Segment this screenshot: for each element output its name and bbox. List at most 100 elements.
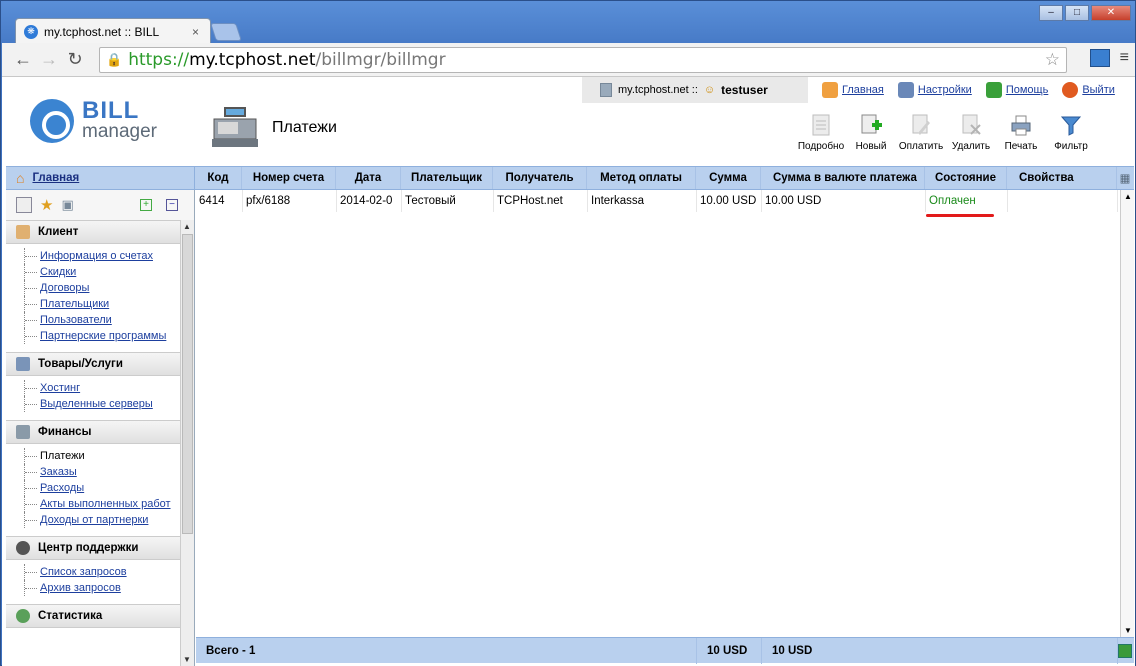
sidebar-item-archive[interactable]: Архив запросов xyxy=(24,580,180,596)
filter-icon xyxy=(1060,116,1082,136)
excel-export-icon[interactable] xyxy=(1118,643,1132,658)
footer-sum-currency: 10 USD xyxy=(762,637,1118,664)
col-code[interactable]: Код xyxy=(195,167,242,189)
sidebar-group-finance: Финансы Платежи Заказы Расходы Акты выпо… xyxy=(6,420,180,536)
col-properties[interactable]: Свойства xyxy=(1007,167,1117,189)
table-scrollbar[interactable]: ▲ ▼ xyxy=(1120,190,1134,637)
action-new[interactable]: Новый xyxy=(846,113,896,152)
home-link[interactable]: Главная xyxy=(32,172,79,184)
top-link-home[interactable]: Главная xyxy=(822,82,884,98)
bookmark-star-icon[interactable]: ☆ xyxy=(1045,50,1060,70)
page-title: Платежи xyxy=(272,119,337,136)
cell-payer: Тестовый xyxy=(402,190,494,212)
favorites-star-icon[interactable]: ★ xyxy=(40,196,53,214)
group-header-products[interactable]: Товары/Услуги xyxy=(6,352,180,376)
new-icon xyxy=(861,114,882,134)
group-header-client[interactable]: Клиент xyxy=(6,220,180,244)
power-icon xyxy=(1062,82,1079,98)
sidebar-item-expenses[interactable]: Расходы xyxy=(24,480,180,496)
address-bar[interactable]: 🔒 https:// my.tcphost.net /billmgr/billm… xyxy=(99,47,1067,73)
reload-icon[interactable]: ↻ xyxy=(62,49,88,70)
sidebar-item-discounts[interactable]: Скидки xyxy=(24,264,180,280)
table-scroll-up-icon[interactable]: ▲ xyxy=(1124,192,1132,201)
cell-amount-currency: 10.00 USD xyxy=(762,190,926,212)
action-filter[interactable]: Фильтр xyxy=(1046,113,1096,152)
expand-all-icon[interactable]: + xyxy=(140,199,152,211)
group-header-stats[interactable]: Статистика xyxy=(6,604,180,628)
scroll-thumb[interactable] xyxy=(182,234,193,534)
cell-invoice-number: pfx/6188 xyxy=(243,190,337,212)
sidebar-item-dedicated[interactable]: Выделенные серверы xyxy=(24,396,180,412)
collapse-all-icon[interactable]: − xyxy=(166,199,178,211)
cart-icon xyxy=(16,357,30,371)
group-header-support[interactable]: Центр поддержки xyxy=(6,536,180,560)
forward-arrow-icon[interactable]: → xyxy=(36,49,62,70)
action-pay[interactable]: Оплатить xyxy=(896,113,946,152)
cell-status: Оплачен xyxy=(926,190,1008,212)
action-details[interactable]: Подробно xyxy=(796,113,846,152)
col-invoice-number[interactable]: Номер счета xyxy=(242,167,336,189)
top-link-help[interactable]: Помощь xyxy=(985,82,1048,98)
table-row[interactable]: 6414 pfx/6188 2014-02-0 Тестовый TCPHost… xyxy=(196,190,1134,212)
col-amount[interactable]: Сумма xyxy=(696,167,761,189)
back-arrow-icon[interactable]: ← xyxy=(10,49,36,70)
table-scroll-down-icon[interactable]: ▼ xyxy=(1124,626,1132,635)
help-icon xyxy=(985,82,1002,98)
sidebar-group-support: Центр поддержки Список запросов Архив за… xyxy=(6,536,180,604)
pay-icon xyxy=(912,114,930,135)
minimize-button[interactable]: – xyxy=(1039,5,1063,21)
chart-icon xyxy=(16,609,30,623)
col-status[interactable]: Состояние xyxy=(925,167,1007,189)
new-tab-button[interactable] xyxy=(210,23,242,41)
action-print[interactable]: Печать xyxy=(996,113,1046,152)
sidebar-home[interactable]: ⌂ Главная xyxy=(6,167,195,189)
sidebar-item-payers[interactable]: Плательщики xyxy=(24,296,180,312)
logo-line2: manager xyxy=(82,121,157,142)
sidebar-item-users[interactable]: Пользователи xyxy=(24,312,180,328)
col-date[interactable]: Дата xyxy=(336,167,401,189)
sidebar-item-payments[interactable]: Платежи xyxy=(24,448,180,464)
sidebar: ★ ▣ + − Клиент Информация о счетах Скидк… xyxy=(6,190,195,666)
sidebar-item-partner-programs[interactable]: Партнерские программы xyxy=(24,328,180,344)
action-delete[interactable]: Удалить xyxy=(946,113,996,152)
top-link-logout[interactable]: Выйти xyxy=(1062,82,1115,98)
menu-icon[interactable]: ≡ xyxy=(1120,49,1129,67)
title-bar: ❋ my.tcphost.net :: BILL × – □ ✕ xyxy=(1,1,1136,44)
col-payer[interactable]: Плательщик xyxy=(401,167,493,189)
close-window-button[interactable]: ✕ xyxy=(1091,5,1131,21)
scroll-down-icon[interactable]: ▼ xyxy=(183,655,191,664)
browser-tab[interactable]: ❋ my.tcphost.net :: BILL × xyxy=(15,18,211,44)
payments-table: 6414 pfx/6188 2014-02-0 Тестовый TCPHost… xyxy=(196,190,1134,637)
maximize-button[interactable]: □ xyxy=(1065,5,1089,21)
extension-icon[interactable] xyxy=(1089,49,1110,67)
username: testuser xyxy=(721,83,768,97)
settings-icon xyxy=(897,82,914,98)
table-header: ⌂ Главная Код Номер счета Дата Плательщи… xyxy=(6,166,1134,190)
sidebar-item-invoice-info[interactable]: Информация о счетах xyxy=(24,248,180,264)
briefcase-icon[interactable]: ▣ xyxy=(61,197,73,213)
sidebar-item-partner-income[interactable]: Доходы от партнерки xyxy=(24,512,180,528)
scroll-up-icon[interactable]: ▲ xyxy=(183,222,191,231)
sidebar-scrollbar[interactable]: ▲ ▼ xyxy=(180,220,194,666)
group-header-finance[interactable]: Финансы xyxy=(6,420,180,444)
sidebar-item-requests[interactable]: Список запросов xyxy=(24,564,180,580)
col-payment-method[interactable]: Метод оплаты xyxy=(587,167,696,189)
logo-icon xyxy=(30,99,74,143)
cell-recipient: TCPHost.net xyxy=(494,190,588,212)
tab-close-icon[interactable]: × xyxy=(192,25,199,39)
col-recipient[interactable]: Получатель xyxy=(493,167,587,189)
action-toolbar: Подробно Новый Оплатить Удалить Печать Ф… xyxy=(796,113,1096,152)
sidebar-item-contracts[interactable]: Договоры xyxy=(24,280,180,296)
tab-title: my.tcphost.net :: BILL xyxy=(44,24,160,39)
user-icon: ☺ xyxy=(703,84,716,96)
status-underline xyxy=(926,214,994,217)
sidebar-item-hosting[interactable]: Хостинг xyxy=(24,380,180,396)
list-view-icon[interactable] xyxy=(16,197,32,213)
top-link-settings[interactable]: Настройки xyxy=(897,82,972,98)
sidebar-item-orders[interactable]: Заказы xyxy=(24,464,180,480)
sidebar-item-acts[interactable]: Акты выполненных работ xyxy=(24,496,180,512)
columns-config-icon[interactable]: ▦ xyxy=(1117,167,1133,189)
col-amount-currency[interactable]: Сумма в валюте платежа xyxy=(761,167,925,189)
cash-register-icon xyxy=(212,107,258,147)
printer-icon xyxy=(1011,115,1031,136)
